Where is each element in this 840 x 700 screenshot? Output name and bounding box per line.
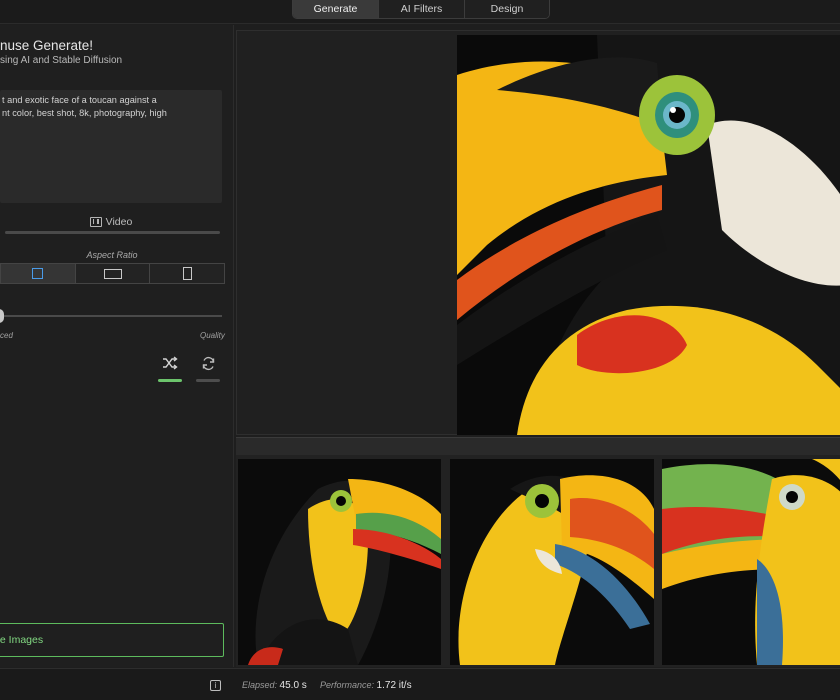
shuffle-active-indicator	[158, 379, 182, 382]
tab-generate[interactable]: Generate	[293, 0, 379, 18]
tab-ai-filters[interactable]: AI Filters	[379, 0, 465, 18]
aspect-landscape-button[interactable]	[75, 264, 151, 283]
film-icon	[89, 217, 102, 227]
performance-value: 1.72 it/s	[376, 680, 412, 691]
info-icon[interactable]: i	[210, 680, 221, 691]
prompt-input[interactable]: t and exotic face of a toucan against a …	[0, 90, 222, 203]
thumbnail-image-1[interactable]	[238, 459, 441, 665]
video-toggle[interactable]: Video	[0, 213, 222, 231]
left-panel: nuse Generate! sing AI and Stable Diffus…	[0, 25, 234, 667]
aspect-square-button[interactable]	[1, 264, 76, 283]
quality-slider-thumb[interactable]	[0, 309, 4, 323]
refresh-seed-button[interactable]	[194, 349, 222, 377]
slider-right-label: Quality	[200, 331, 225, 340]
thumbnail-image-3[interactable]	[662, 459, 840, 665]
video-slider[interactable]	[5, 231, 220, 234]
panel-title: nuse Generate!	[0, 38, 94, 53]
elapsed-stat: Elapsed: 45.0 s	[242, 680, 307, 691]
generate-images-button[interactable]: te Images	[0, 623, 224, 657]
panel-subtitle: sing AI and Stable Diffusion	[0, 55, 123, 66]
main-generated-image[interactable]	[457, 35, 840, 435]
status-bar: i Elapsed: 45.0 s Performance: 1.72 it/s	[0, 668, 840, 700]
aspect-ratio-selector	[0, 263, 225, 284]
slider-left-label: ced	[0, 331, 13, 340]
refresh-indicator	[196, 379, 220, 382]
video-label: Video	[105, 216, 133, 228]
performance-label: Performance:	[320, 680, 375, 690]
shuffle-icon	[163, 356, 178, 370]
landscape-icon	[103, 268, 122, 279]
performance-stat: Performance: 1.72 it/s	[320, 680, 412, 691]
elapsed-value: 45.0 s	[279, 680, 307, 691]
refresh-icon	[202, 356, 214, 370]
shuffle-seed-button[interactable]	[156, 349, 184, 377]
mode-tabs: Generate AI Filters Design	[292, 0, 550, 19]
quality-slider-track[interactable]	[0, 315, 222, 317]
aspect-portrait-button[interactable]	[150, 264, 225, 283]
tab-design[interactable]: Design	[465, 0, 549, 18]
thumbnail-image-2[interactable]	[450, 459, 654, 665]
image-divider	[236, 437, 840, 455]
top-bar: Generate AI Filters Design	[0, 0, 840, 24]
aspect-ratio-label: Aspect Ratio	[86, 250, 138, 260]
elapsed-label: Elapsed:	[242, 680, 278, 690]
square-icon	[32, 268, 44, 279]
portrait-icon	[182, 267, 192, 280]
